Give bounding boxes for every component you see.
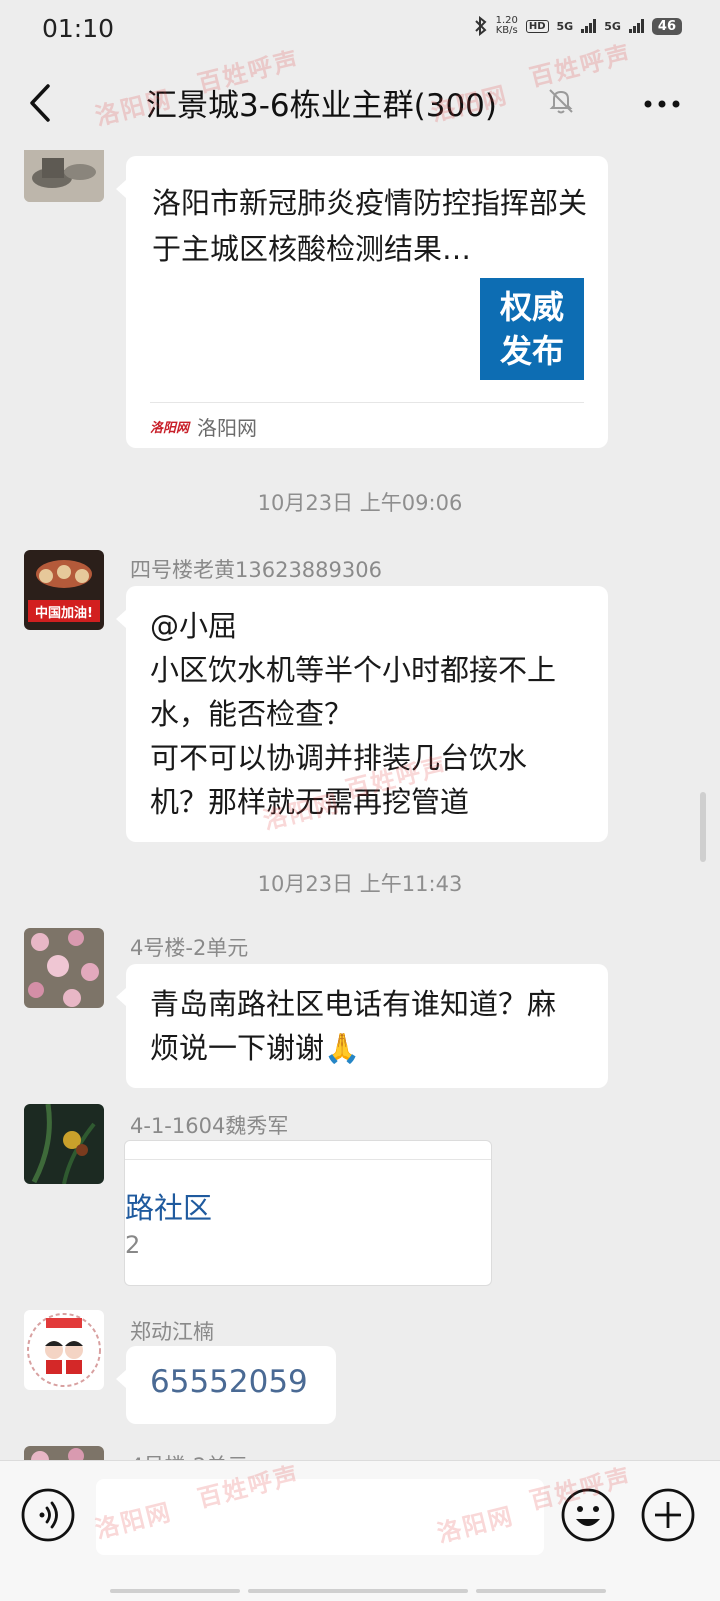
nav-indicator	[248, 1589, 468, 1593]
hd-badge: HD	[525, 19, 549, 33]
avatar[interactable]	[24, 150, 104, 202]
link-message-bubble[interactable]: 洛阳市新冠肺炎疫情防控指挥部关于主城区核酸检测结果… 权威 发布 洛阳网 洛阳网	[116, 156, 608, 448]
sim2-label: 5G	[604, 19, 621, 33]
battery-icon: 46	[651, 17, 682, 35]
link-thumbnail-text: 权威 发布	[499, 288, 564, 370]
scrollbar[interactable]	[700, 792, 706, 862]
divider	[150, 402, 584, 403]
chat-title: 汇景城3-6栋业主群(300)	[146, 88, 497, 124]
more-functions-button[interactable]	[640, 1487, 696, 1543]
card-subtitle: 2	[125, 1231, 141, 1259]
card-title: 路社区	[125, 1191, 213, 1225]
message-text: @小屈 小区饮水机等半个小时都接不上水，能否检查？ 可不可以协调并排装几台饮水机…	[150, 609, 557, 819]
sim2-signal-icon	[628, 19, 644, 33]
divider	[125, 1159, 491, 1160]
more-options-button[interactable]	[640, 84, 684, 124]
nav-indicator	[476, 1589, 606, 1593]
bluetooth-icon	[474, 16, 487, 36]
sender-name: 四号楼老黄13623889306	[130, 558, 382, 582]
input-bar: 洛阳网 百姓呼声 洛阳网 百姓呼声	[0, 1460, 720, 1601]
sender-name: 4-1-1604魏秀军	[130, 1114, 289, 1138]
message-bubble[interactable]: 青岛南路社区电话有谁知道？麻烦说一下谢谢🙏	[116, 964, 608, 1088]
status-bar: 01:10 1.20 KB/s HD 5G 5G 46	[0, 0, 720, 58]
link-source: 洛阳网 洛阳网	[150, 412, 257, 441]
net-speed-unit: KB/s	[495, 25, 518, 36]
avatar[interactable]	[24, 928, 104, 1008]
voice-input-button[interactable]	[20, 1487, 76, 1543]
back-button[interactable]	[22, 78, 62, 128]
orchid-image	[24, 1104, 104, 1184]
avatar[interactable]	[24, 1310, 104, 1390]
flower-pattern-image	[24, 928, 104, 1008]
message-bubble[interactable]: 65552059	[116, 1346, 336, 1424]
link-source-name: 洛阳网	[197, 416, 258, 440]
timestamp: 10月23日 上午09:06	[257, 491, 463, 515]
status-icons: 1.20 KB/s HD 5G 5G 46	[474, 16, 682, 36]
sim1-signal-icon	[581, 19, 597, 33]
status-time: 01:10	[42, 14, 115, 43]
link-thumbnail: 权威 发布	[480, 278, 584, 380]
shared-card[interactable]: 路社区 2	[124, 1140, 492, 1286]
sender-name: 郑动江楠	[130, 1320, 214, 1344]
message-input[interactable]	[96, 1479, 544, 1555]
chat-message-list[interactable]: 洛阳市新冠肺炎疫情防控指挥部关于主城区核酸检测结果… 权威 发布 洛阳网 洛阳网…	[0, 150, 720, 1488]
avatar[interactable]: 中国加油!	[24, 550, 104, 630]
chat-header: 汇景城3-6栋业主群(300)	[0, 58, 720, 150]
phone-number-link[interactable]: 65552059	[126, 1346, 336, 1418]
avatar-caption: 中国加油!	[35, 606, 93, 621]
sim1-label: 5G	[556, 19, 574, 33]
link-title: 洛阳市新冠肺炎疫情防控指挥部关于主城区核酸检测结果…	[152, 186, 588, 266]
avatar[interactable]	[24, 1104, 104, 1184]
sender-name: 4号楼-2单元	[130, 936, 249, 960]
emoji-button[interactable]	[560, 1487, 616, 1543]
source-logo: 洛阳网	[150, 421, 190, 436]
network-speed: 1.20 KB/s	[496, 16, 518, 36]
cartoon-couple-image	[27, 1313, 101, 1387]
message-bubble[interactable]: @小屈 小区饮水机等半个小时都接不上水，能否检查？ 可不可以协调并排装几台饮水机…	[116, 586, 608, 842]
tea-cups-icon	[24, 150, 104, 202]
message-text: 青岛南路社区电话有谁知道？麻烦说一下谢谢🙏	[150, 987, 557, 1065]
mute-bell-icon	[549, 89, 573, 114]
nav-indicator	[110, 1589, 240, 1593]
timestamp: 10月23日 上午11:43	[257, 872, 463, 896]
